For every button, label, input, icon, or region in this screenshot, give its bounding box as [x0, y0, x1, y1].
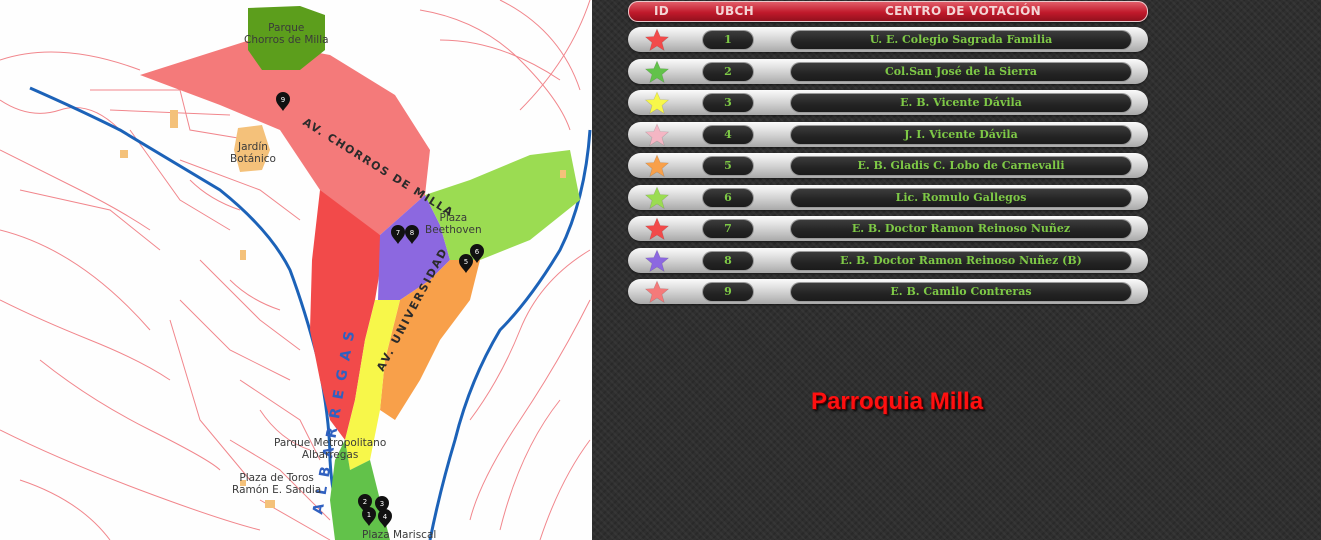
- ubch-id: 3: [724, 96, 732, 109]
- centro-name: E. B. Vicente Dávila: [900, 96, 1022, 109]
- ubch-pill: 1: [703, 31, 753, 49]
- table-header: ID UBCH CENTRO DE VOTACIÓN: [628, 1, 1148, 22]
- marker-number: 8: [410, 229, 414, 237]
- centro-pill: Col.San José de la Sierra: [791, 62, 1131, 81]
- table-row[interactable]: 1 U. E. Colegio Sagrada Familia: [628, 27, 1148, 52]
- table-row[interactable]: 3 E. B. Vicente Dávila: [628, 90, 1148, 115]
- ubch-id: 1: [724, 33, 732, 46]
- ubch-pill: 8: [703, 251, 753, 270]
- star-icon: [644, 185, 670, 209]
- centro-name: U. E. Colegio Sagrada Familia: [869, 33, 1053, 46]
- ubch-pill: 2: [703, 62, 753, 81]
- label-jardin-botanico: Jardín Botánico: [230, 141, 276, 165]
- centro-pill: E. B. Gladis C. Lobo de Carnevalli: [791, 157, 1131, 175]
- table-row[interactable]: 8 E. B. Doctor Ramon Reinoso Nuñez (B): [628, 247, 1148, 273]
- header-ubch: UBCH: [715, 4, 754, 18]
- star-icon: [644, 91, 670, 115]
- centro-name: Lic. Romulo Gallegos: [895, 190, 1027, 204]
- table-row[interactable]: 4 J. I. Vicente Dávila: [628, 121, 1148, 147]
- ubch-pill: 7: [703, 220, 753, 238]
- table-row[interactable]: 6 Lic. Romulo Gallegos: [628, 184, 1148, 210]
- star-icon: [644, 59, 670, 83]
- ubch-pill: 4: [703, 125, 753, 144]
- centro-name: E. B. Camilo Contreras: [890, 285, 1032, 298]
- label-parque-metropolitano: Parque Metropolitano Albarregas: [274, 437, 387, 461]
- star-icon: [644, 280, 670, 304]
- table-row[interactable]: 2 Col.San José de la Sierra: [628, 58, 1148, 84]
- centro-name: E. B. Doctor Ramon Reinoso Nuñez (B): [840, 253, 1082, 267]
- label-plaza-toros: Plaza de Toros Ramón E. Sandia: [232, 472, 322, 496]
- marker-number: 3: [380, 500, 384, 508]
- star-icon: [644, 248, 670, 272]
- marker-number: 4: [383, 513, 388, 521]
- star-icon: [644, 217, 670, 241]
- centro-pill: E. B. Doctor Ramon Reinoso Nuñez: [791, 220, 1131, 238]
- parroquia-title: Parroquia Milla: [811, 388, 984, 415]
- centro-name: E. B. Doctor Ramon Reinoso Nuñez: [851, 222, 1071, 235]
- centro-pill: Lic. Romulo Gallegos: [791, 188, 1131, 207]
- centro-name: Col.San José de la Sierra: [884, 64, 1038, 78]
- header-id: ID: [654, 4, 670, 18]
- marker-number: 6: [475, 248, 480, 256]
- ubch-pill: 9: [703, 283, 753, 301]
- marker-number: 5: [464, 258, 468, 266]
- header-centro: CENTRO DE VOTACIÓN: [885, 4, 1041, 18]
- ubch-id: 5: [724, 159, 732, 172]
- star-icon: [644, 154, 670, 178]
- marker-number: 1: [367, 511, 371, 519]
- table-row[interactable]: 5 E. B. Gladis C. Lobo de Carnevalli: [628, 153, 1148, 178]
- table-row[interactable]: 9 E. B. Camilo Contreras: [628, 279, 1148, 304]
- ubch-id: 8: [724, 253, 732, 267]
- star-icon: [644, 28, 670, 52]
- ubch-id: 4: [724, 127, 732, 141]
- ubch-id: 2: [724, 64, 732, 78]
- ubch-pill: 5: [703, 157, 753, 175]
- ubch-id: 9: [724, 285, 732, 298]
- marker-number: 9: [281, 96, 285, 104]
- marker-number: 7: [396, 229, 400, 237]
- star-icon: [644, 122, 670, 146]
- centro-name: J. I. Vicente Dávila: [904, 127, 1018, 141]
- ubch-id: 7: [724, 222, 732, 235]
- ubch-pill: 6: [703, 188, 753, 207]
- centro-pill: E. B. Vicente Dávila: [791, 94, 1131, 112]
- ubch-id: 6: [724, 190, 732, 204]
- centro-pill: U. E. Colegio Sagrada Familia: [791, 31, 1131, 49]
- label-plaza-beethoven: Plaza Beethoven: [425, 212, 482, 236]
- centro-pill: J. I. Vicente Dávila: [791, 125, 1131, 144]
- parish-map[interactable]: 123456789 AV. CHORROS DE MILLA AV. UNIVE…: [0, 0, 592, 540]
- marker-number: 2: [363, 498, 367, 506]
- label-parque-chorros: Parque Chorros de Milla: [244, 22, 329, 46]
- legend-panel: ID UBCH CENTRO DE VOTACIÓN 1 U. E. Colegi…: [592, 0, 1321, 540]
- label-plaza-bottom: Plaza Mariscal: [362, 529, 437, 540]
- ubch-pill: 3: [703, 94, 753, 112]
- centro-name: E. B. Gladis C. Lobo de Carnevalli: [857, 159, 1065, 172]
- table-row[interactable]: 7 E. B. Doctor Ramon Reinoso Nuñez: [628, 216, 1148, 241]
- centro-pill: E. B. Camilo Contreras: [791, 283, 1131, 301]
- centro-pill: E. B. Doctor Ramon Reinoso Nuñez (B): [791, 251, 1131, 270]
